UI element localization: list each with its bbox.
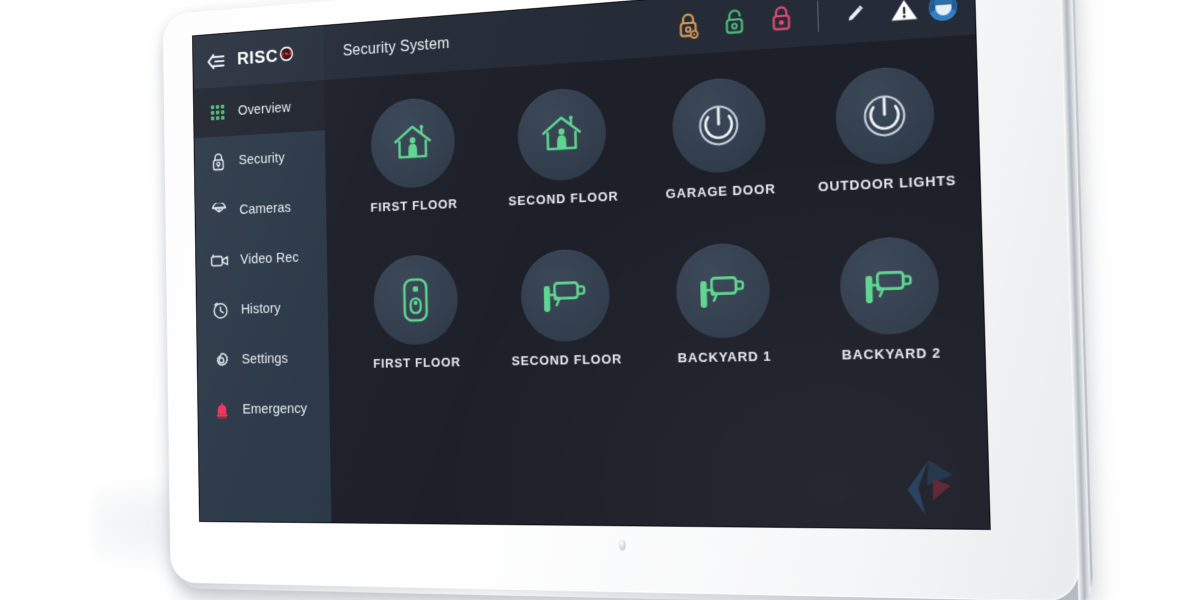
clock-history-icon xyxy=(211,299,230,320)
sidebar-item-video-rec[interactable]: Video Rec xyxy=(196,231,328,286)
page-title: Security System xyxy=(342,34,450,60)
power-toggle-icon xyxy=(695,101,743,150)
tile-second-floor-camera[interactable]: SECOND FLOOR xyxy=(488,247,644,369)
sidebar-item-overview[interactable]: Overview xyxy=(193,79,325,139)
sidebar-item-settings[interactable]: Settings xyxy=(197,332,329,385)
wall-camera-icon xyxy=(865,261,918,304)
main-content: FIRST FLOOR SECOND FLOOR GARAGE DOOR OUT… xyxy=(323,34,990,529)
tile-circle xyxy=(517,86,607,183)
tile-circle xyxy=(675,242,771,339)
device-tile-grid: FIRST FLOOR SECOND FLOOR GARAGE DOOR OUT… xyxy=(340,62,978,371)
tile-label: FIRST FLOOR xyxy=(370,196,458,215)
full-arm-lock-icon[interactable] xyxy=(757,0,806,49)
tile-circle xyxy=(834,64,936,167)
tile-outdoor-lights[interactable]: OUTDOOR LIGHTS xyxy=(799,62,973,195)
tile-circle xyxy=(373,253,459,346)
sidebar-item-history[interactable]: History xyxy=(197,282,329,336)
sidebar-item-label: Overview xyxy=(237,99,292,119)
dome-camera-icon xyxy=(210,200,229,221)
tile-label: BACKYARD 1 xyxy=(677,348,772,366)
avatar-face xyxy=(934,0,952,16)
sidebar-item-security[interactable]: Security xyxy=(194,130,325,187)
brand-text: RISC xyxy=(236,46,279,69)
tablet-device: RISC Security System Overview Security C… xyxy=(162,0,1094,600)
tile-label: SECOND FLOOR xyxy=(511,351,623,369)
toolbar-divider xyxy=(817,0,819,32)
tile-label: GARAGE DOOR xyxy=(665,180,776,202)
edit-pencil-icon[interactable] xyxy=(830,0,880,44)
collapse-sidebar-icon[interactable] xyxy=(205,48,227,74)
wall-camera-icon xyxy=(543,272,585,313)
home-stay-arm-icon xyxy=(539,111,584,157)
gear-icon xyxy=(212,349,231,370)
sidebar-item-label: History xyxy=(240,300,281,317)
intercom-doorbell-icon xyxy=(400,276,432,324)
video-camera-icon xyxy=(210,250,229,271)
wall-camera-icon xyxy=(700,266,750,308)
tile-label: BACKYARD 2 xyxy=(841,344,942,363)
tile-label: OUTDOOR LIGHTS xyxy=(817,172,957,195)
tile-circle xyxy=(520,248,611,343)
tile-label: SECOND FLOOR xyxy=(508,188,619,209)
partial-arm-lock-icon[interactable] xyxy=(665,0,712,56)
sidebar-item-label: Emergency xyxy=(242,400,308,417)
power-toggle-icon xyxy=(859,90,909,141)
screenshot-stage: RISC Security System Overview Security C… xyxy=(0,0,1200,600)
tile-garage-door[interactable]: GARAGE DOOR xyxy=(638,73,802,202)
risco-logo[interactable]: RISC xyxy=(237,45,294,70)
tile-first-floor-arm[interactable]: FIRST FLOOR xyxy=(340,94,487,216)
tablet-screen: RISC Security System Overview Security C… xyxy=(192,0,990,529)
tile-backyard-1-camera[interactable]: BACKYARD 1 xyxy=(642,241,807,366)
home-indicator-dot[interactable] xyxy=(618,539,626,551)
tile-first-floor-intercom[interactable]: FIRST FLOOR xyxy=(343,253,491,372)
tile-backyard-2-camera[interactable]: BACKYARD 2 xyxy=(803,234,978,363)
tile-second-floor-arm[interactable]: SECOND FLOOR xyxy=(485,84,640,209)
abstract-diamond-watermark-icon xyxy=(896,458,965,518)
risco-swirl-logo-icon xyxy=(279,45,294,67)
sidebar-item-cameras[interactable]: Cameras xyxy=(195,181,326,237)
lock-icon xyxy=(209,151,228,173)
tile-circle xyxy=(671,75,767,175)
disarm-open-lock-icon[interactable] xyxy=(710,0,758,53)
app-ui: RISC Security System Overview Security C… xyxy=(192,0,990,529)
warning-triangle-icon[interactable] xyxy=(879,0,930,41)
sidebar: Overview Security Cameras Video Rec Hist… xyxy=(193,79,332,523)
avatar[interactable] xyxy=(928,0,958,22)
device-bezel: RISC Security System Overview Security C… xyxy=(162,0,1092,600)
home-stay-arm-icon xyxy=(391,121,434,166)
tile-circle xyxy=(839,235,941,336)
grid-dots-icon xyxy=(208,101,227,123)
sidebar-item-label: Settings xyxy=(241,350,289,367)
top-bar-brand-area: RISC xyxy=(192,25,324,90)
sidebar-item-emergency[interactable]: Emergency xyxy=(198,383,330,435)
sidebar-item-label: Video Rec xyxy=(240,249,299,268)
tile-label: FIRST FLOOR xyxy=(373,354,461,371)
tile-circle xyxy=(370,96,456,190)
tablet-device-wrapper: RISC Security System Overview Security C… xyxy=(0,0,1200,600)
siren-alarm-icon xyxy=(213,399,232,420)
sidebar-item-label: Cameras xyxy=(239,199,292,218)
sidebar-item-label: Security xyxy=(238,150,285,168)
